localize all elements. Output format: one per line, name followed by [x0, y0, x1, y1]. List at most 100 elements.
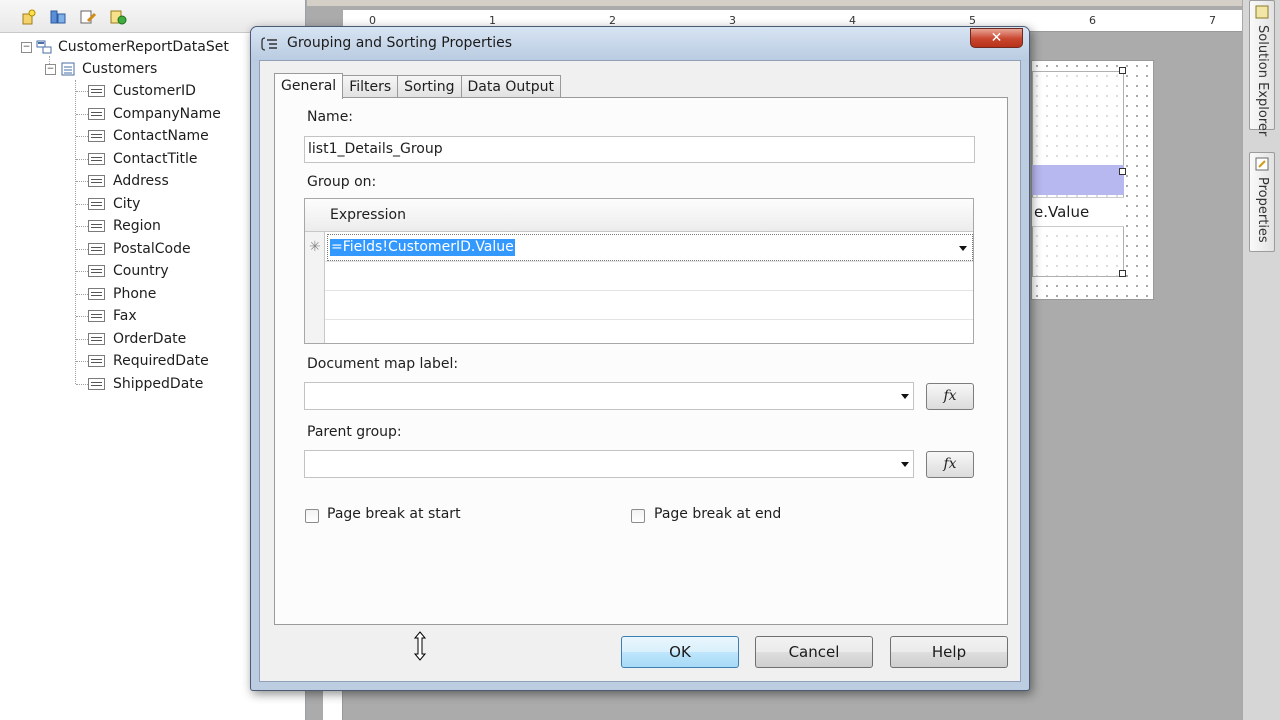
fx-icon: fx [943, 456, 957, 472]
properties-tab[interactable]: Properties [1249, 152, 1275, 252]
field-name: Fax [113, 308, 137, 324]
field-name: OrderDate [113, 330, 187, 347]
parent-group-combo[interactable] [304, 450, 914, 478]
ok-button[interactable]: OK [621, 636, 739, 668]
field-icon [88, 287, 105, 300]
page-break-end-label[interactable]: Page break at end [654, 506, 781, 522]
document-tab-strip [307, 0, 1242, 6]
grid-row-line [325, 290, 973, 291]
general-tab-panel: Name: list1_Details_Group Group on: Expr… [274, 97, 1008, 625]
tree-node-field[interactable]: ContactTitle [88, 148, 197, 170]
field-name: ContactName [113, 128, 209, 144]
document-map-expression-button[interactable]: fx [926, 383, 974, 410]
properties-icon [1255, 157, 1269, 171]
tree-connector [76, 316, 88, 317]
tab-sorting[interactable]: Sorting [397, 75, 462, 98]
field-name: Phone [113, 285, 157, 302]
tree-node-field[interactable]: CompanyName [88, 103, 221, 125]
help-button[interactable]: Help [890, 636, 1008, 668]
dialog-body: General Filters Sorting Data Output Name… [259, 60, 1021, 682]
tree-node-field[interactable]: Country [88, 260, 169, 282]
refresh-icon[interactable] [108, 7, 128, 27]
collapse-toggle[interactable]: − [45, 63, 56, 75]
expression-column-header[interactable]: Expression [325, 199, 973, 232]
document-map-label: Document map label: [307, 356, 459, 372]
solution-explorer-tab[interactable]: Solution Explorer [1249, 0, 1275, 136]
group-on-grid[interactable]: Expression ✳ =Fields!CustomerID.Value [304, 198, 974, 344]
expression-cell[interactable]: =Fields!CustomerID.Value [327, 234, 973, 261]
tree-connector [76, 158, 88, 160]
close-button[interactable]: ✕ [970, 28, 1023, 48]
field-icon [88, 310, 105, 322]
resize-handle[interactable] [1119, 168, 1126, 175]
field-name: Country [113, 263, 169, 279]
expression-value[interactable]: =Fields!CustomerID.Value [330, 239, 515, 256]
resize-handle[interactable] [1119, 67, 1126, 74]
canvas-textbox[interactable]: e.Value [1032, 197, 1124, 227]
tree-node-field[interactable]: CustomerID [88, 80, 196, 102]
report-canvas[interactable]: e.Value [1031, 60, 1154, 300]
add-dataset-icon[interactable] [48, 7, 68, 27]
document-map-combo[interactable] [304, 382, 914, 410]
field-icon [88, 265, 105, 277]
dataset-name: CustomerReportDataSet [58, 39, 229, 55]
tree-node-field[interactable]: ContactName [88, 125, 209, 147]
tree-connector [76, 361, 88, 362]
field-name: ShippedDate [113, 375, 204, 392]
dropdown-arrow-icon[interactable] [901, 394, 909, 399]
field-name: CustomerID [113, 83, 196, 99]
tree-node-field[interactable]: PostalCode [88, 238, 191, 260]
tree-connector [76, 293, 88, 295]
tree-node-field[interactable]: OrderDate [88, 328, 186, 350]
grid-corner [305, 199, 325, 232]
ruler-number: 7 [1209, 14, 1216, 27]
dataset-icon [36, 40, 52, 54]
tab-data-output[interactable]: Data Output [460, 75, 562, 98]
page-break-start-checkbox[interactable] [305, 509, 319, 523]
tree-node-dataset[interactable]: − CustomerReportDataSet [21, 36, 229, 58]
tree-node-field[interactable]: Fax [88, 305, 137, 327]
tree-node-field[interactable]: ShippedDate [88, 373, 203, 395]
page-break-start-label[interactable]: Page break at start [327, 506, 461, 522]
tree-node-field[interactable]: Region [88, 215, 161, 237]
name-input[interactable]: list1_Details_Group [304, 136, 975, 163]
selected-row-highlight [1032, 165, 1124, 195]
group-on-label: Group on: [307, 174, 377, 190]
parent-group-expression-button[interactable]: fx [926, 451, 974, 478]
tree-connector [76, 91, 88, 92]
solution-explorer-label: Solution Explorer [1255, 25, 1270, 137]
tree-connector [76, 226, 88, 227]
dialog-title: Grouping and Sorting Properties [287, 35, 513, 51]
parent-group-label: Parent group: [307, 424, 402, 440]
field-icon [88, 332, 105, 345]
tool-window-strip: Solution Explorer Properties [1242, 0, 1280, 720]
tree-node-field[interactable]: RequiredDate [88, 350, 209, 372]
cancel-button[interactable]: Cancel [755, 636, 873, 668]
resize-handle[interactable] [1119, 270, 1126, 277]
close-icon: ✕ [990, 30, 1003, 46]
tree-connector [76, 383, 88, 385]
field-icon [88, 130, 105, 142]
grid-row-line [325, 261, 973, 262]
field-icon [88, 152, 105, 165]
dropdown-arrow-icon[interactable] [959, 246, 967, 251]
tree-connector [76, 338, 88, 340]
grid-row-line [325, 319, 973, 320]
edit-dataset-icon[interactable] [78, 7, 98, 27]
dialog-titlebar[interactable]: Grouping and Sorting Properties ✕ [251, 27, 1029, 61]
field-icon [88, 107, 105, 120]
tree-node-field[interactable]: Phone [88, 283, 156, 305]
tab-general[interactable]: General [274, 73, 344, 99]
tree-node-table[interactable]: − Customers [45, 58, 157, 80]
fx-icon: fx [943, 388, 957, 404]
tree-node-field[interactable]: Address [88, 170, 169, 192]
field-icon [88, 85, 105, 97]
field-icon [88, 355, 105, 367]
collapse-toggle[interactable]: − [21, 41, 32, 53]
new-item-icon[interactable] [18, 7, 38, 27]
dropdown-arrow-icon[interactable] [901, 462, 909, 467]
page-break-end-checkbox[interactable] [631, 509, 645, 523]
tab-filters[interactable]: Filters [342, 75, 399, 98]
tree-node-field[interactable]: City [88, 193, 140, 215]
grouping-icon [261, 37, 277, 51]
